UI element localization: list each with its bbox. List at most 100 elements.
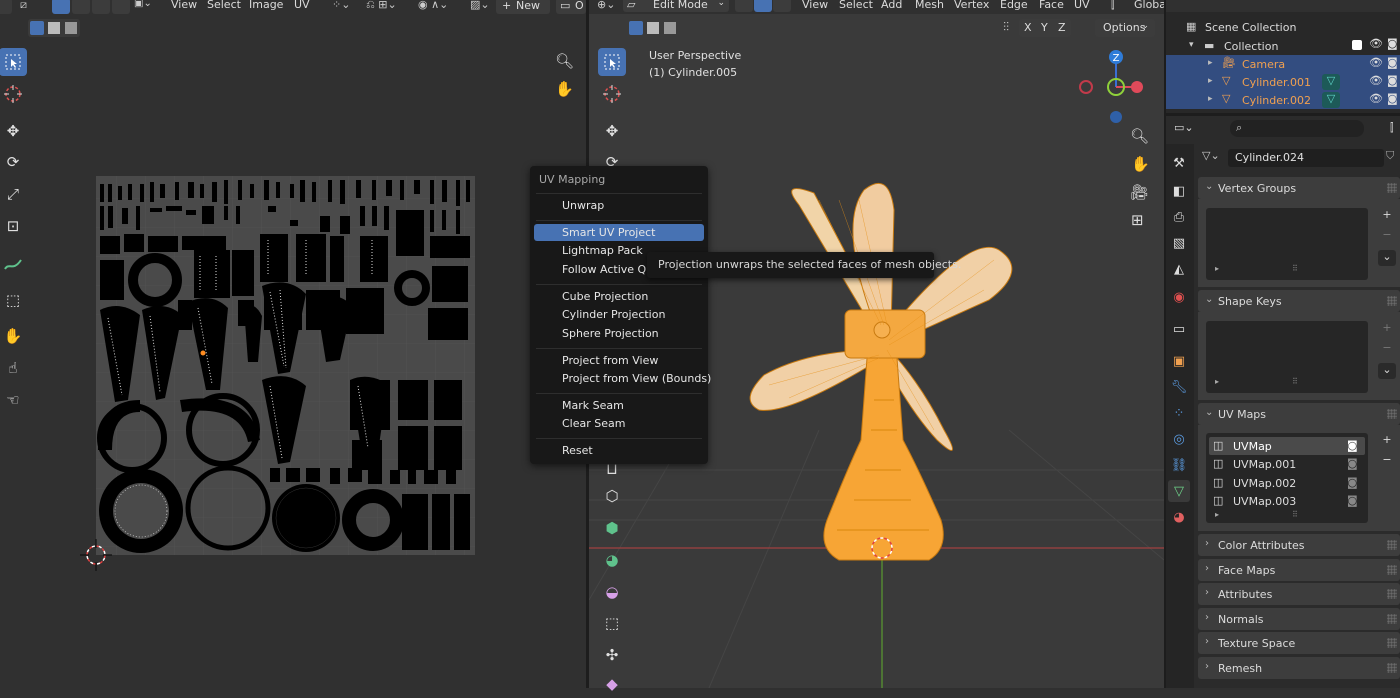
menu-item-cube-projection[interactable]: Cube Projection — [534, 288, 704, 305]
pin-icon[interactable]: ⫿ — [1390, 121, 1394, 135]
menu-item-cylinder-projection[interactable]: Cylinder Projection — [534, 306, 704, 323]
panel-grip-icon[interactable] — [1387, 614, 1397, 624]
physics-tab-icon[interactable]: ◎ — [1168, 428, 1190, 450]
collection-label[interactable]: Collection — [1224, 40, 1278, 53]
cursor-tool-icon[interactable] — [598, 80, 626, 108]
options-dropdown[interactable]: Options ⌄ — [1095, 19, 1155, 37]
remove-uv-map-icon[interactable]: − — [1378, 453, 1396, 467]
menu-edge[interactable]: Edge — [1000, 0, 1028, 11]
uv-map-row-active[interactable]: ◫ UVMap ◙ — [1209, 437, 1365, 455]
panel-vertex-groups[interactable]: ⌄ Vertex Groups — [1198, 177, 1400, 199]
cursor-tool-icon[interactable] — [0, 80, 27, 108]
outliner-row-cylinder-001[interactable]: ▸ ▽ Cylinder.001 ▽ 👁︎ ◙ — [1166, 73, 1400, 91]
poly-build-tool-icon[interactable]: ⬚ — [598, 609, 626, 637]
knife-tool-icon[interactable]: ◒ — [598, 578, 626, 606]
panel-uv-maps[interactable]: ⌄ UV Maps — [1198, 403, 1400, 425]
menu-select[interactable]: Select — [207, 0, 241, 11]
modifiers-tab-icon[interactable]: 🔧︎ — [1168, 376, 1190, 398]
add-shape-key-icon[interactable]: + — [1378, 321, 1396, 337]
menu-view[interactable]: View — [171, 0, 197, 11]
menu-view-3d[interactable]: View — [802, 0, 828, 11]
constraints-tab-icon[interactable]: ⛓︎ — [1168, 454, 1190, 476]
panel-grip-icon[interactable] — [1387, 589, 1397, 599]
scene-collection-label[interactable]: Scene Collection — [1205, 21, 1296, 34]
object-tab-icon[interactable]: ▣ — [1168, 350, 1190, 372]
expand-arrow-icon[interactable]: ▾ — [1189, 40, 1194, 50]
ortho-toggle-icon[interactable]: ⊞ — [1131, 211, 1144, 229]
shape-keys-list[interactable]: ▸ ⠿ — [1206, 321, 1368, 393]
panel-shape-keys[interactable]: ⌄ Shape Keys — [1198, 290, 1400, 312]
menu-image[interactable]: Image — [249, 0, 283, 11]
panel-texture-space[interactable]: › Texture Space — [1198, 632, 1400, 654]
select-new-icon[interactable] — [629, 21, 643, 35]
eye-icon[interactable]: 👁︎ — [1369, 74, 1383, 87]
data-name-field[interactable]: Cylinder.024 — [1228, 149, 1384, 167]
mode-dropdown[interactable]: ▱ Edit Mode ⌄ — [623, 0, 729, 12]
panel-grip-icon[interactable] — [1387, 296, 1397, 306]
panel-normals[interactable]: › Normals — [1198, 608, 1400, 630]
menu-item-project-from-view[interactable]: Project from View — [534, 352, 704, 369]
menu-add[interactable]: Add — [881, 0, 902, 11]
menu-select-3d[interactable]: Select — [839, 0, 873, 11]
panel-grip-icon[interactable] — [1387, 638, 1397, 648]
select-box-icon[interactable] — [30, 21, 44, 35]
select-tool-icon[interactable] — [0, 48, 27, 76]
panel-grip-icon[interactable] — [1387, 409, 1397, 419]
orientation-label[interactable]: Globa — [1134, 0, 1166, 11]
menu-item-smart-uv-project[interactable]: Smart UV Project — [534, 224, 704, 241]
camera-render-icon[interactable]: ◙ — [1387, 92, 1398, 105]
property-search-input[interactable]: ⌕ — [1230, 120, 1364, 137]
pan-hand-icon[interactable]: ✋ — [1131, 155, 1150, 173]
panel-face-maps[interactable]: › Face Maps — [1198, 559, 1400, 581]
orientation-icon[interactable]: ⫿ — [1111, 0, 1115, 12]
mode-icon[interactable]: ⧄ — [20, 0, 27, 12]
panel-grip-icon[interactable] — [1387, 565, 1397, 575]
vertex-select-icon[interactable] — [52, 0, 70, 14]
expand-arrow-icon[interactable]: ▸ — [1208, 76, 1213, 86]
loop-cut-tool-icon[interactable]: ◕ — [598, 546, 626, 574]
properties-editor-type-icon[interactable]: ▭⌄ — [1174, 121, 1198, 137]
material-tab-icon[interactable]: ◕ — [1168, 506, 1190, 528]
pan-hand-icon[interactable]: ✋ — [555, 80, 575, 100]
menu-uv-3d[interactable]: UV — [1074, 0, 1090, 11]
camera-render-icon[interactable]: ◙ — [1387, 37, 1398, 50]
menu-item-clear-seam[interactable]: Clear Seam — [534, 415, 704, 432]
collection-tab-icon[interactable]: ▭ — [1168, 318, 1190, 340]
axis-z-toggle[interactable]: Z — [1058, 21, 1066, 34]
panel-attributes[interactable]: › Attributes — [1198, 583, 1400, 605]
uv-canvas[interactable] — [0, 140, 585, 580]
panel-grip-icon[interactable] — [1387, 183, 1397, 193]
open-image-button[interactable]: ▭ O — [556, 0, 586, 14]
menu-item-unwrap[interactable]: Unwrap — [534, 197, 704, 214]
navigation-gizmo[interactable]: Z — [1075, 46, 1155, 126]
resize-grip-icon[interactable]: ⠿ — [1292, 377, 1298, 386]
resize-grip-icon[interactable]: ⠿ — [1292, 510, 1298, 519]
mesh-data-icon[interactable]: ▽ — [1322, 74, 1340, 90]
remove-shape-key-icon[interactable]: − — [1378, 341, 1396, 355]
new-image-button[interactable]: + New — [496, 0, 550, 14]
menu-uv[interactable]: UV — [294, 0, 310, 11]
snap-icon[interactable]: ⎌ ⊞⌄ — [366, 0, 397, 12]
axis-x-toggle[interactable]: X — [1024, 21, 1032, 34]
face-mode-icon[interactable] — [773, 0, 791, 12]
menu-item-sphere-projection[interactable]: Sphere Projection — [534, 325, 704, 342]
mesh-data-icon[interactable]: ▽⌄ — [1202, 149, 1220, 162]
tool-tab-icon[interactable]: ⚒ — [1168, 152, 1190, 174]
panel-grip-icon[interactable] — [1387, 540, 1397, 550]
camera-view-icon[interactable]: 🎥︎ — [1130, 183, 1149, 201]
data-tab-icon[interactable]: ▽ — [1168, 480, 1190, 502]
zoom-icon[interactable]: 🔍︎ — [1130, 127, 1149, 145]
outliner-row-camera[interactable]: ▸ 🎥︎ Camera 👁︎ ◙ — [1166, 55, 1400, 73]
menu-vertex[interactable]: Vertex — [954, 0, 989, 11]
expand-arrow-icon[interactable]: ▸ — [1208, 94, 1213, 104]
output-tab-icon[interactable]: ⎙ — [1168, 206, 1190, 228]
select-sub-icon[interactable] — [664, 22, 676, 34]
bevel-tool-icon[interactable]: ⬢ — [598, 514, 626, 542]
uv-map-row[interactable]: ◫ UVMap.002 ◙ — [1209, 474, 1365, 492]
expand-arrow-icon[interactable]: ▸ — [1215, 264, 1219, 273]
scene-tab-icon[interactable]: ◭ — [1168, 258, 1190, 280]
vertex-mode-icon[interactable] — [735, 0, 753, 12]
expand-arrow-icon[interactable]: ▸ — [1215, 377, 1219, 386]
axis-y-toggle[interactable]: Y — [1041, 21, 1048, 34]
zoom-icon[interactable]: 🔍︎ — [555, 52, 575, 72]
